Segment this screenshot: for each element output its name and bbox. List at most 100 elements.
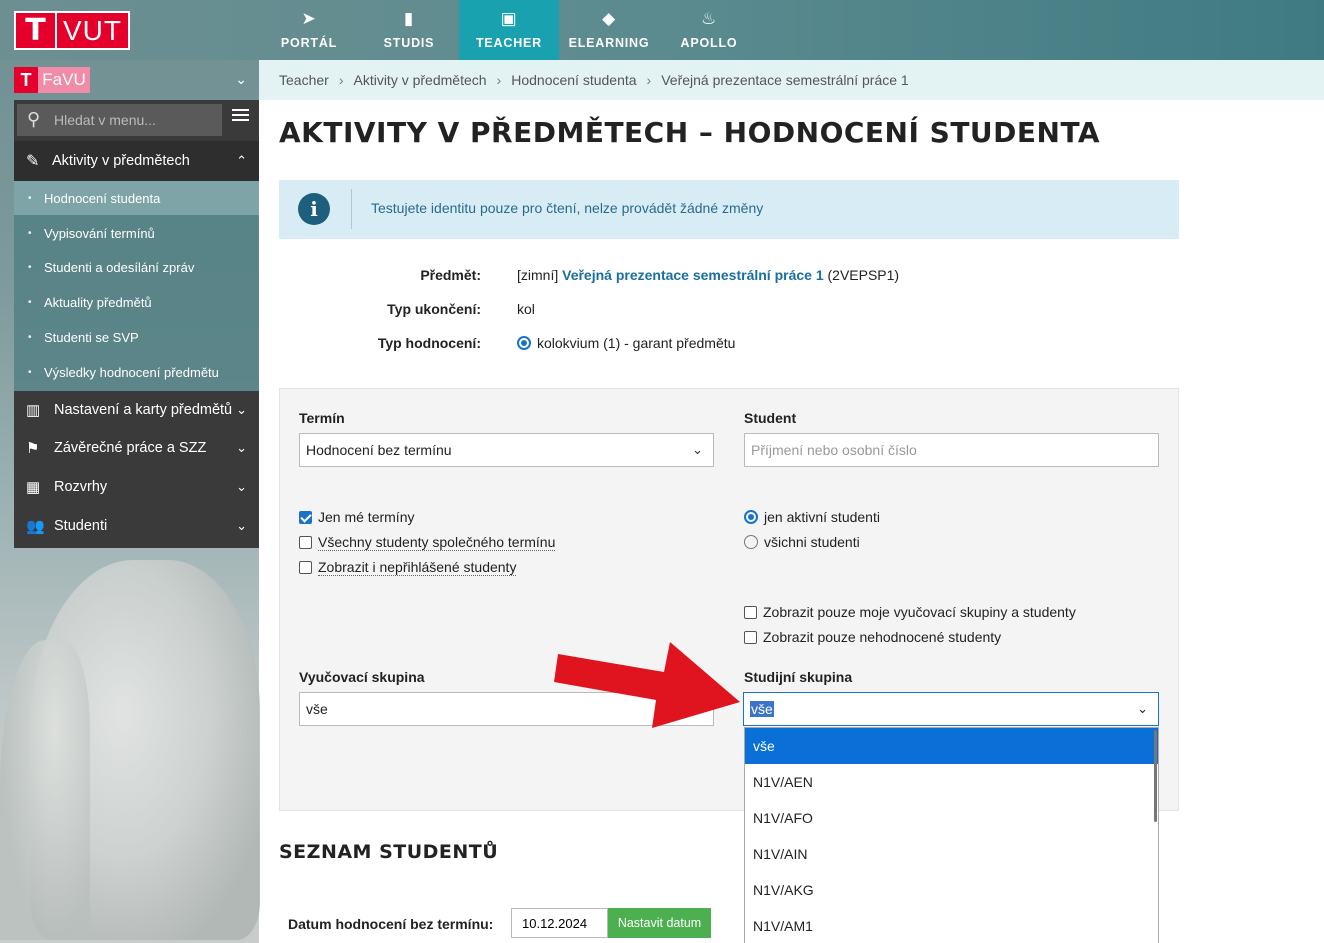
term-select[interactable]: Hodnocení bez termínu ⌄ (299, 433, 714, 467)
student-label: Student (744, 410, 797, 426)
nav-portal-label: PORTÁL (280, 36, 338, 50)
checkbox-my-groups[interactable]: Zobrazit pouze moje vyučovací skupiny a … (744, 604, 1076, 620)
meta-completion: Typ ukončení: kol (279, 294, 979, 324)
vut-logo[interactable]: T VUT (14, 11, 130, 50)
breadcrumb-activities[interactable]: Aktivity v předmětech (353, 72, 486, 88)
sidebar-search-box: ⚲ (17, 104, 222, 136)
students-section-title: SEZNAM STUDENTŮ (279, 841, 499, 863)
checkbox-my-groups-box[interactable] (744, 605, 757, 619)
radio-active-students[interactable]: jen aktivní studenti (744, 509, 880, 525)
sidebar-item-students-messages[interactable]: Studenti a odesílání zpráv (14, 250, 259, 284)
meta-subject-label: Předmět: (420, 267, 481, 283)
radio-all-students-dot[interactable] (744, 535, 758, 549)
radio-active-students-dot[interactable] (744, 510, 758, 524)
annotation-arrow-icon (554, 642, 740, 728)
chevron-right-icon: › (338, 72, 344, 88)
book-icon: ▮ (403, 9, 415, 28)
sidebar-section-students[interactable]: 👥 Studenti ⌄ (14, 507, 259, 545)
study-group-option[interactable]: N1V/AM1 (745, 908, 1158, 943)
sidebar-section-activities-label: Aktivity v předmětech (52, 153, 190, 169)
subject-link[interactable]: Veřejná prezentace semestrální práce 1 (562, 267, 823, 283)
sidebar-section-settings-label: Nastavení a karty předmětů (54, 402, 233, 418)
subject-semester: [zimní] (517, 267, 559, 283)
breadcrumb-teacher[interactable]: Teacher (279, 72, 329, 88)
statue-image-secondary (0, 640, 90, 940)
nav-elearning[interactable]: ◆ ELEARNING (559, 0, 659, 60)
chevron-down-icon: ⌄ (236, 402, 247, 417)
study-group-option[interactable]: N1V/AFO (745, 800, 1158, 836)
dropdown-scrollbar[interactable] (1154, 730, 1157, 822)
sidebar-item-student-grading[interactable]: Hodnocení studenta (14, 181, 259, 215)
radio-all-students-label: všichni studenti (764, 534, 860, 550)
sidebar-section-theses[interactable]: ⚑ Závěrečné práce a SZZ ⌄ (14, 429, 259, 467)
study-group-select[interactable]: vše ⌄ (743, 692, 1159, 726)
set-date-button[interactable]: Nastavit datum (608, 908, 711, 938)
sidebar-section-settings[interactable]: ▥ Nastavení a karty předmětů ⌄ (14, 391, 259, 429)
sidebar-section-schedules[interactable]: ▦ Rozvrhy ⌄ (14, 468, 259, 506)
vut-logo-text: VUT (56, 11, 130, 50)
subject-code: (2VEPSP1) (827, 267, 900, 283)
meta-grading-value[interactable]: kolokvium (1) - garant předmětu (517, 335, 735, 351)
nav-studis-label: STUDIS (383, 36, 435, 50)
checkbox-my-terms[interactable]: Jen mé termíny (299, 509, 414, 525)
grading-date-input[interactable] (511, 908, 608, 938)
student-search-input[interactable] (744, 433, 1159, 467)
sidebar-item-term-listing[interactable]: Vypisování termínů (14, 216, 259, 250)
info-alert: i Testujete identitu pouze pro čtení, ne… (279, 180, 1179, 239)
checkered-flag-icon: ⚑ (26, 440, 40, 457)
graduation-cap-icon: ◆ (602, 9, 616, 28)
checkbox-unregistered-box[interactable] (299, 561, 312, 574)
chevron-down-icon: ⌄ (692, 442, 703, 457)
nav-portal[interactable]: ➤ PORTÁL (259, 0, 359, 60)
checkbox-unregistered[interactable]: Zobrazit i nepřihlášené studenty (299, 559, 517, 576)
breadcrumb-student-grading[interactable]: Hodnocení studenta (511, 72, 636, 88)
sidebar-search-input[interactable] (54, 108, 214, 132)
faculty-logo: T FaVU (14, 67, 90, 93)
meta-subject: Předmět: [zimní] Veřejná prezentace seme… (279, 260, 979, 290)
nav-elearning-label: ELEARNING (568, 36, 650, 50)
study-group-value: vše (750, 701, 774, 717)
checkbox-ungraded[interactable]: Zobrazit pouze nehodnocené studenty (744, 629, 1001, 645)
meta-grading-label: Typ hodnocení: (377, 335, 481, 351)
study-group-option[interactable]: N1V/AEN (745, 764, 1158, 800)
nav-apollo[interactable]: ♨ APOLLO (659, 0, 759, 60)
radio-active-students-label: jen aktivní studenti (764, 509, 880, 525)
top-bar: T VUT ➤ PORTÁL ▮ STUDIS ▣ TEACHER ◆ ELEA… (0, 0, 1324, 60)
chevron-down-icon: ⌄ (236, 518, 247, 533)
edit-icon: ✎ (26, 153, 40, 170)
checkbox-ungraded-box[interactable] (744, 630, 757, 644)
chevron-down-icon: ⌄ (1137, 701, 1148, 716)
checkbox-my-groups-label: Zobrazit pouze moje vyučovací skupiny a … (763, 604, 1076, 620)
nav-apollo-label: APOLLO (680, 36, 738, 50)
meta-subject-value: [zimní] Veřejná prezentace semestrální p… (517, 267, 899, 283)
teaching-group-label: Vyučovací skupina (299, 669, 425, 685)
sidebar-item-course-news[interactable]: Aktuality předmětů (14, 285, 259, 319)
sidebar-submenu: Hodnocení studenta Vypisování termínů St… (14, 181, 259, 391)
checkbox-all-shared[interactable]: Všechny studenty společného termínu (299, 534, 556, 551)
sidebar-item-svp-students[interactable]: Studenti se SVP (14, 320, 259, 354)
nav-teacher[interactable]: ▣ TEACHER (459, 0, 559, 60)
study-group-dropdown: vše N1V/AEN N1V/AFO N1V/AIN N1V/AKG N1V/… (744, 727, 1159, 943)
grading-type-radio[interactable] (517, 336, 531, 350)
faculty-logo-letter: T (14, 67, 38, 93)
study-group-option[interactable]: N1V/AKG (745, 872, 1158, 908)
nav-studis[interactable]: ▮ STUDIS (359, 0, 459, 60)
checkbox-my-terms-label: Jen mé termíny (318, 509, 415, 525)
sidebar-item-course-evaluation[interactable]: Výsledky hodnocení předmětu (14, 355, 259, 389)
checkbox-unregistered-label: Zobrazit i nepřihlášené studenty (318, 559, 517, 576)
sidebar-section-theses-label: Závěrečné práce a SZZ (54, 440, 207, 456)
menu-toggle-icon[interactable] (232, 109, 249, 125)
sidebar-section-activities[interactable]: ✎ Aktivity v předmětech ⌃ (14, 141, 259, 181)
radio-all-students[interactable]: všichni studenti (744, 534, 860, 550)
study-group-option[interactable]: N1V/AIN (745, 836, 1158, 872)
checkbox-my-terms-box[interactable] (299, 510, 312, 524)
sidebar-section-students-label: Studenti (54, 518, 108, 534)
chevron-down-icon: ⌄ (236, 479, 247, 494)
search-icon: ⚲ (27, 109, 41, 129)
study-group-label: Studijní skupina (744, 669, 853, 685)
info-alert-text: Testujete identitu pouze pro čtení, nelz… (371, 200, 764, 216)
info-divider (351, 189, 352, 229)
study-group-option[interactable]: vše (745, 728, 1158, 764)
faculty-selector[interactable]: T FaVU ⌄ (14, 67, 259, 95)
checkbox-all-shared-box[interactable] (299, 536, 312, 549)
